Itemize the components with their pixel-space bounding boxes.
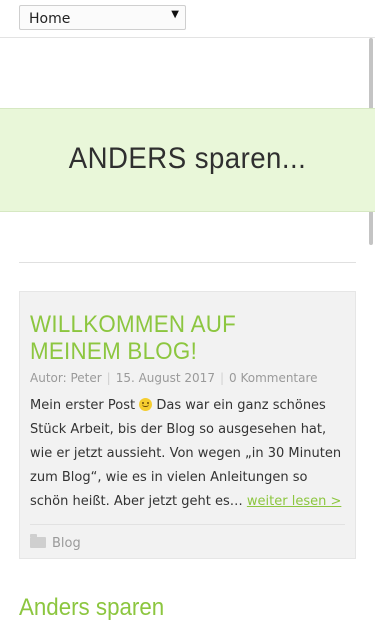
sidebar-widget-title: Anders sparen: [19, 594, 165, 621]
hero-banner: ANDERS sparen...: [0, 108, 375, 212]
chevron-down-icon: ▼: [171, 9, 179, 20]
read-more-link[interactable]: weiter lesen >: [247, 494, 341, 509]
post-comments-link[interactable]: 0 Kommentare: [229, 371, 318, 385]
page-title: ANDERS sparen...: [68, 142, 307, 175]
top-bar: Home ▼: [0, 0, 375, 38]
navigation-select[interactable]: Home ▼: [19, 5, 186, 30]
folder-icon: [30, 534, 46, 548]
excerpt-text-rest: Das war ein ganz schönes Stück Arbeit, b…: [30, 398, 342, 509]
post-excerpt: Mein erster Post Das war ein ganz schöne…: [30, 394, 348, 514]
meta-separator: |: [106, 371, 111, 385]
navigation-selected-value: Home: [29, 11, 71, 27]
post-category: Blog: [30, 534, 81, 551]
smiley-icon: [139, 398, 153, 411]
category-link[interactable]: Blog: [52, 536, 81, 551]
post-footer-divider: [30, 524, 345, 525]
blog-post-card: WILLKOMMEN AUF MEINEM BLOG! Autor: Peter…: [19, 291, 356, 559]
post-author[interactable]: Autor: Peter: [30, 371, 102, 385]
meta-separator: |: [219, 371, 224, 385]
post-meta: Autor: Peter | 15. August 2017 | 0 Kommentar…: [30, 371, 318, 385]
divider: [19, 262, 356, 263]
post-date[interactable]: 15. August 2017: [116, 371, 215, 385]
excerpt-text-start: Mein erster Post: [30, 398, 140, 413]
post-title-link[interactable]: WILLKOMMEN AUF MEINEM BLOG!: [30, 311, 328, 365]
